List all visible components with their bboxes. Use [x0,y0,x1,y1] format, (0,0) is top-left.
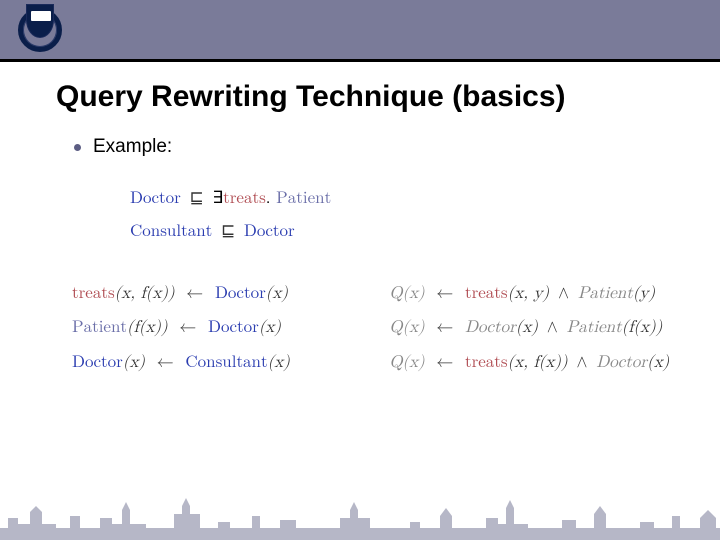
slide-title: Query Rewriting Technique (basics) [0,62,720,114]
arrow-left-icon: ← [180,285,209,302]
rule-row: Doctor(x) ← Consultant(x) [72,346,347,381]
math-content: Doctor ⊑ ∃treats. Patient Consultant ⊑ D… [0,158,720,381]
skyline-decoration [0,488,720,540]
concept-consultant: Consultant [185,354,267,371]
axiom-1: Doctor ⊑ ∃treats. Patient [130,182,720,215]
concept-doctor: Doctor [465,319,516,336]
concept-doctor: Doctor [244,223,295,240]
axiom-block: Doctor ⊑ ∃treats. Patient Consultant ⊑ D… [0,182,720,249]
args: (x) [647,354,669,371]
skyline-icon [0,488,720,540]
args: (x, f(x)) [115,285,175,302]
bullet-icon [74,144,81,151]
query-head: Q(x) [389,285,424,302]
args: (y) [633,285,655,302]
arrow-left-icon: ← [173,319,202,336]
rule-row: Q(x) ← treats(x, f(x)) ∧ Doctor(x) [389,346,692,381]
args: (x) [516,319,538,336]
arrow-left-icon: ← [430,354,459,371]
role-treats: treats [465,354,508,371]
role-treats: treats [465,285,508,302]
subsumption-symbol: ⊑ [218,221,238,240]
dot: . [266,190,271,207]
bullet-label: Example: [93,136,172,158]
concept-consultant: Consultant [130,223,212,240]
bullet-item: Example: [0,114,720,158]
args: (x) [259,319,281,336]
rule-row: Q(x) ← treats(x, y) ∧ Patient(y) [389,277,692,312]
concept-patient: Patient [276,190,331,207]
rules-columns: treats(x, f(x)) ← Doctor(x) Patient(f(x)… [0,277,720,382]
args: (f(x)) [127,319,168,336]
args: (x) [123,354,145,371]
rule-row: Q(x) ← Doctor(x) ∧ Patient(f(x)) [389,311,692,346]
header-bar [0,0,720,62]
role-treats: treats [72,285,115,302]
rules-right-column: Q(x) ← treats(x, y) ∧ Patient(y) Q(x) ← … [389,277,692,382]
concept-patient: Patient [567,319,622,336]
subsumption-symbol: ⊑ [186,188,206,207]
axiom-2: Consultant ⊑ Doctor [130,215,720,248]
university-crest-logo [18,4,62,58]
query-head: Q(x) [389,319,424,336]
concept-doctor: Doctor [215,285,266,302]
conjunction-symbol: ∧ [544,319,561,336]
args: (x) [266,285,288,302]
rule-row: treats(x, f(x)) ← Doctor(x) [72,277,347,312]
concept-patient: Patient [578,285,633,302]
rule-row: Patient(f(x)) ← Doctor(x) [72,311,347,346]
conjunction-symbol: ∧ [555,285,572,302]
exists-symbol: ∃ [212,188,223,207]
args: (x) [268,354,290,371]
role-treats: treats [223,190,266,207]
arrow-left-icon: ← [430,319,459,336]
concept-doctor: Doctor [208,319,259,336]
args: (f(x)) [622,319,663,336]
concept-doctor: Doctor [596,354,647,371]
conjunction-symbol: ∧ [573,354,590,371]
arrow-left-icon: ← [430,285,459,302]
concept-doctor: Doctor [130,190,181,207]
concept-patient: Patient [72,319,127,336]
rules-left-column: treats(x, f(x)) ← Doctor(x) Patient(f(x)… [72,277,347,382]
args: (x, f(x)) [508,354,568,371]
concept-doctor: Doctor [72,354,123,371]
query-head: Q(x) [389,354,424,371]
arrow-left-icon: ← [151,354,180,371]
args: (x, y) [508,285,550,302]
